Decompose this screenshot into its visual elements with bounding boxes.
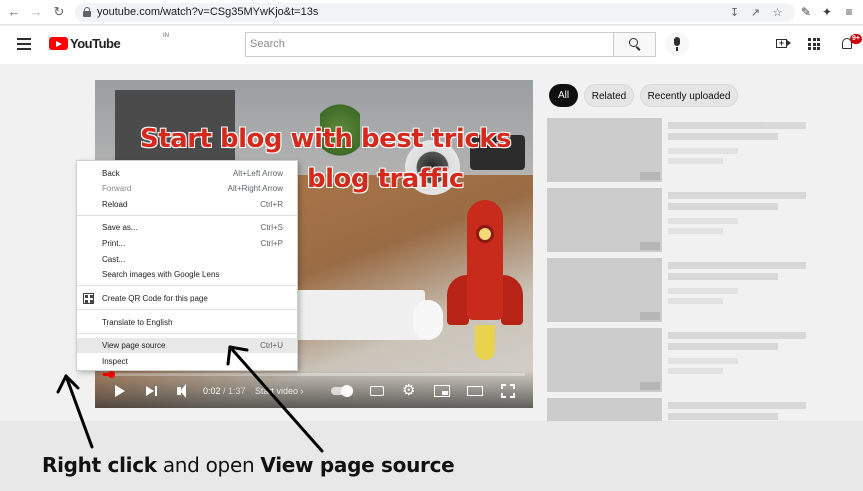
youtube-header: YouTube IN Search + bbox=[0, 26, 863, 64]
list-item[interactable] bbox=[547, 188, 814, 254]
notification-badge: 9+ bbox=[850, 34, 862, 44]
logo-text: YouTube bbox=[70, 36, 121, 51]
instruction-emphasis-view-source: View page source bbox=[260, 453, 455, 477]
region-code: IN bbox=[163, 33, 169, 39]
menu-icon[interactable] bbox=[17, 38, 31, 50]
reading-list-icon[interactable]: ≡ bbox=[842, 5, 856, 19]
share-icon[interactable]: ↗ bbox=[749, 7, 762, 20]
menu-separator bbox=[77, 285, 297, 286]
rocket-illustration bbox=[445, 190, 525, 370]
play-icon[interactable] bbox=[115, 385, 125, 397]
menu-item-inspect[interactable]: Inspect bbox=[77, 354, 297, 369]
menu-separator bbox=[77, 333, 297, 334]
youtube-logo[interactable]: YouTube IN bbox=[49, 33, 169, 54]
miniplayer-icon[interactable] bbox=[434, 385, 450, 397]
menu-item-qr-code[interactable]: Create QR Code for this page bbox=[77, 291, 297, 306]
menu-item-google-lens[interactable]: Search images with Google Lens bbox=[77, 267, 297, 282]
list-item[interactable] bbox=[547, 328, 814, 394]
instruction-emphasis-right-click: Right click bbox=[42, 453, 157, 477]
menu-item-view-page-source[interactable]: View page source Ctrl+U bbox=[77, 338, 297, 353]
instruction-banner: Right click and open View page source bbox=[0, 421, 863, 491]
chapter-label[interactable]: Start video › bbox=[255, 384, 304, 398]
arrow-right-icon[interactable]: → bbox=[28, 4, 44, 20]
menu-item-save-as[interactable]: Save as... Ctrl+S bbox=[77, 220, 297, 235]
time-separator: / bbox=[220, 386, 229, 396]
puzzle-extensions-icon[interactable]: ✦ bbox=[820, 5, 834, 19]
pen-extension-icon[interactable]: ✎ bbox=[799, 5, 813, 19]
recommendations-list bbox=[547, 118, 814, 462]
fullscreen-icon[interactable] bbox=[501, 384, 515, 398]
url-text[interactable]: youtube.com/watch?v=CSg35MYwKjo&t=13s bbox=[97, 6, 318, 18]
arrow-left-icon[interactable]: ← bbox=[6, 4, 22, 20]
microphone-icon bbox=[674, 37, 680, 46]
chip-recently-uploaded[interactable]: Recently uploaded bbox=[640, 84, 738, 107]
apps-grid-icon[interactable] bbox=[806, 36, 822, 52]
settings-gear-icon[interactable]: ⚙ bbox=[402, 383, 415, 398]
youtube-play-icon bbox=[49, 37, 68, 50]
menu-item-cast[interactable]: Cast... bbox=[77, 252, 297, 267]
search-icon bbox=[629, 38, 641, 51]
video-overlay-title: Start blog with best tricks bbox=[140, 124, 512, 154]
subtitles-icon[interactable] bbox=[370, 386, 384, 396]
instruction-text: Right click and open View page source bbox=[42, 453, 455, 477]
scrubber-handle[interactable] bbox=[108, 371, 115, 378]
context-menu: Back Alt+Left Arrow Forward Alt+Right Ar… bbox=[76, 160, 298, 371]
screenshot: ← → ↻ youtube.com/watch?v=CSg35MYwKjo&t=… bbox=[0, 0, 863, 491]
progress-bar[interactable] bbox=[103, 371, 525, 378]
menu-separator bbox=[77, 309, 297, 310]
list-item[interactable] bbox=[547, 118, 814, 184]
time-total: 1:37 bbox=[228, 386, 246, 396]
menu-item-reload[interactable]: Reload Ctrl+R bbox=[77, 197, 297, 212]
chip-all[interactable]: All bbox=[549, 84, 578, 107]
search-button[interactable] bbox=[613, 32, 656, 57]
voice-search-button[interactable] bbox=[665, 32, 689, 56]
theater-mode-icon[interactable] bbox=[467, 386, 483, 396]
next-icon[interactable] bbox=[146, 386, 154, 396]
menu-item-print[interactable]: Print... Ctrl+P bbox=[77, 236, 297, 251]
menu-item-translate[interactable]: Translate to English bbox=[77, 315, 297, 330]
address-bar[interactable]: youtube.com/watch?v=CSg35MYwKjo&t=13s ↧ … bbox=[75, 3, 795, 22]
menu-item-back[interactable]: Back Alt+Left Arrow bbox=[77, 166, 297, 181]
autoplay-toggle[interactable] bbox=[331, 385, 353, 397]
menu-item-forward[interactable]: Forward Alt+Right Arrow bbox=[77, 181, 297, 196]
install-icon[interactable]: ↧ bbox=[728, 7, 741, 20]
qr-code-icon bbox=[83, 293, 94, 304]
search-input[interactable]: Search bbox=[245, 32, 613, 57]
reload-icon[interactable]: ↻ bbox=[51, 4, 67, 20]
browser-toolbar: ← → ↻ youtube.com/watch?v=CSg35MYwKjo&t=… bbox=[0, 0, 863, 25]
chip-related[interactable]: Related bbox=[584, 84, 634, 107]
player-controls: 0:02 / 1:37 Start video › ⚙ bbox=[95, 370, 533, 408]
create-video-icon[interactable]: + bbox=[775, 36, 791, 52]
lock-icon[interactable] bbox=[83, 7, 91, 18]
list-item[interactable] bbox=[547, 258, 814, 324]
video-overlay-subtitle: blog traffic bbox=[307, 164, 464, 194]
instruction-connector: and open bbox=[156, 453, 261, 477]
menu-separator bbox=[77, 215, 297, 216]
star-icon[interactable]: ☆ bbox=[771, 7, 784, 20]
volume-icon[interactable] bbox=[177, 384, 186, 398]
time-display: 0:02 / 1:37 bbox=[203, 384, 246, 398]
time-current: 0:02 bbox=[203, 386, 221, 396]
search-placeholder: Search bbox=[250, 38, 285, 50]
